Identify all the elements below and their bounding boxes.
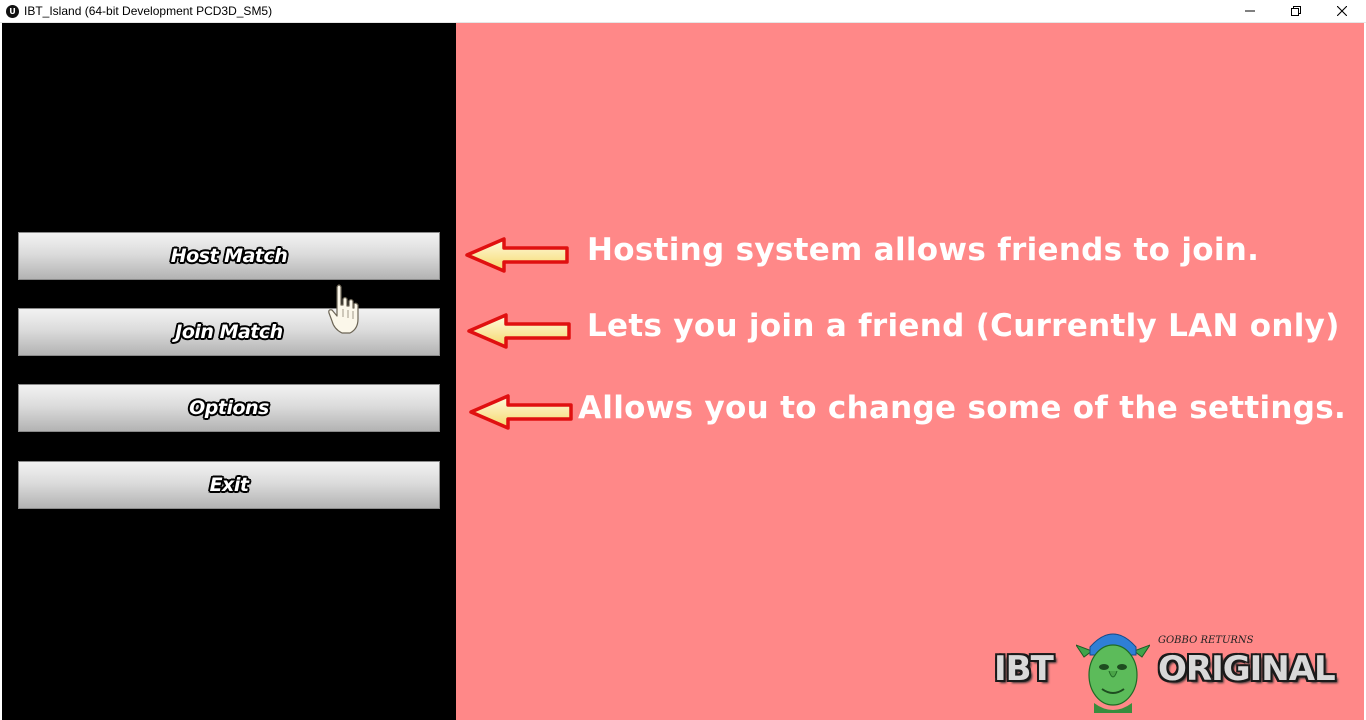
join-match-label: Join Match [175,321,283,343]
options-label: Options [189,397,269,419]
restore-icon [1291,6,1301,16]
main-menu-panel: Host Match Join Match Options Exit [2,23,456,720]
close-button[interactable] [1319,0,1365,22]
left-arrow-icon [467,313,571,349]
join-match-description: Lets you join a friend (Currently LAN on… [587,308,1340,344]
exit-label: Exit [209,474,249,496]
exit-button[interactable]: Exit [18,461,440,509]
restore-button[interactable] [1273,0,1319,22]
window-titlebar: U IBT_Island (64-bit Development PCD3D_S… [0,0,1366,23]
unreal-engine-icon: U [6,5,19,18]
logo-original-text: ORIGINAL [1158,649,1336,689]
logo-ibt-text: IBT [994,649,1054,689]
left-arrow-icon [469,394,573,430]
hand-pointer-icon [328,284,359,334]
logo-tagline: GOBBO RETURNS [1158,635,1254,646]
host-match-description: Hosting system allows friends to join. [587,232,1260,268]
join-match-button[interactable]: Join Match [18,308,440,356]
host-match-button[interactable]: Host Match [18,232,440,280]
options-description: Allows you to change some of the setting… [578,390,1347,426]
ibt-original-logo: IBT GOBBO RETURNS ORIGINAL [994,627,1350,713]
info-panel: Hosting system allows friends to join. L… [456,23,1364,720]
window-title: IBT_Island (64-bit Development PCD3D_SM5… [24,4,273,18]
game-viewport: Host Match Join Match Options Exit Hosti… [2,23,1364,720]
minimize-button[interactable] [1227,0,1273,22]
left-arrow-icon [465,237,569,273]
host-match-label: Host Match [170,245,288,267]
options-button[interactable]: Options [18,384,440,432]
minimize-icon [1245,10,1255,12]
goblin-face-icon [1076,633,1150,713]
close-icon [1337,6,1347,16]
